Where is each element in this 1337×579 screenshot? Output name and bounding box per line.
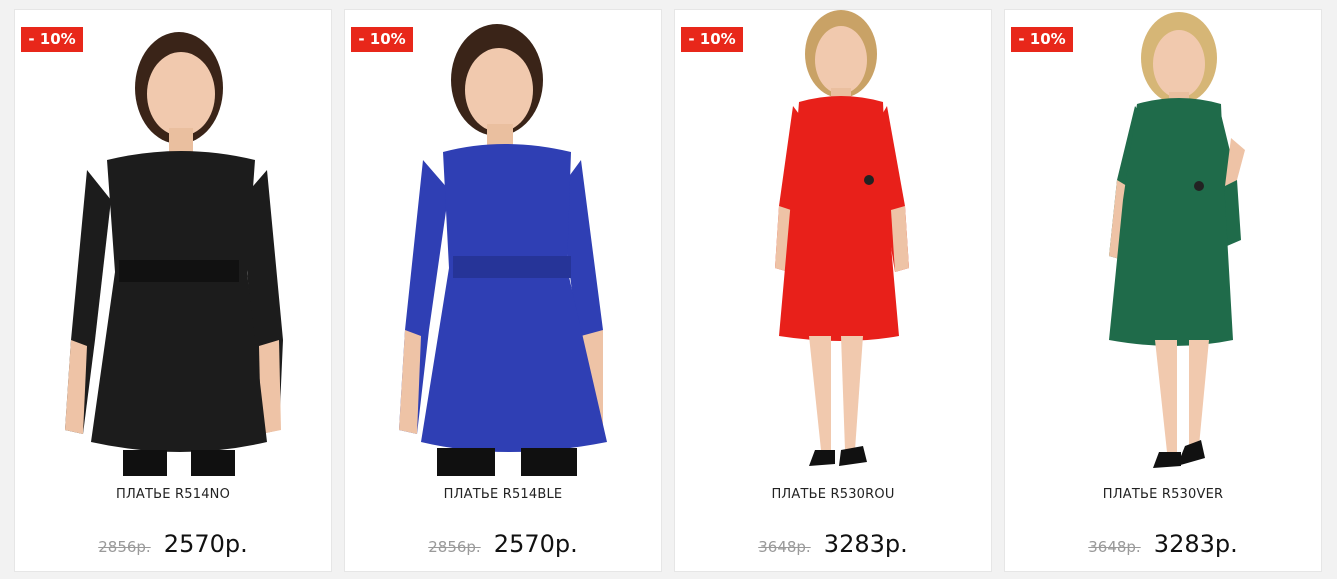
- sale-price: 3283р.: [1153, 530, 1238, 558]
- price-block: 2856р. 2570р.: [345, 530, 661, 558]
- price-block: 3648р. 3283р.: [1005, 530, 1321, 558]
- sale-price: 2570р.: [163, 530, 248, 558]
- product-name[interactable]: ПЛАТЬЕ R530VER: [1005, 487, 1321, 502]
- product-photo[interactable]: [15, 10, 331, 476]
- model-tunic-blue: [399, 24, 607, 476]
- product-grid: - 10% ПЛАТЬЕ R514NO 2856р. 2570р. - 10% …: [0, 0, 1337, 579]
- sale-price: 2570р.: [493, 530, 578, 558]
- product-photo[interactable]: [675, 10, 991, 476]
- product-name[interactable]: ПЛАТЬЕ R514NO: [15, 487, 331, 502]
- model-tunic-black: [65, 32, 283, 476]
- product-card[interactable]: - 10% ПЛАТЬЕ R514BLE 2856р. 2570р.: [344, 9, 662, 572]
- price-block: 3648р. 3283р.: [675, 530, 991, 558]
- product-name[interactable]: ПЛАТЬЕ R514BLE: [345, 487, 661, 502]
- old-price: 2856р.: [428, 538, 481, 556]
- old-price: 3648р.: [1088, 538, 1141, 556]
- discount-badge: - 10%: [681, 27, 743, 52]
- price-block: 2856р. 2570р.: [15, 530, 331, 558]
- sale-price: 3283р.: [823, 530, 908, 558]
- model-dress-green: [1109, 12, 1245, 468]
- product-card[interactable]: - 10% ПЛАТЬЕ R514NO 2856р. 2570р.: [14, 9, 332, 572]
- product-card[interactable]: - 10% ПЛАТЬЕ R530VER 3648р. 3283р.: [1004, 9, 1322, 572]
- model-dress-red: [775, 10, 909, 466]
- discount-badge: - 10%: [351, 27, 413, 52]
- old-price: 3648р.: [758, 538, 811, 556]
- product-photo[interactable]: [345, 10, 661, 476]
- product-card[interactable]: - 10% ПЛАТЬЕ R530ROU 3648р. 3283р.: [674, 9, 992, 572]
- old-price: 2856р.: [98, 538, 151, 556]
- product-name[interactable]: ПЛАТЬЕ R530ROU: [675, 487, 991, 502]
- discount-badge: - 10%: [1011, 27, 1073, 52]
- discount-badge: - 10%: [21, 27, 83, 52]
- product-photo[interactable]: [1005, 10, 1321, 476]
